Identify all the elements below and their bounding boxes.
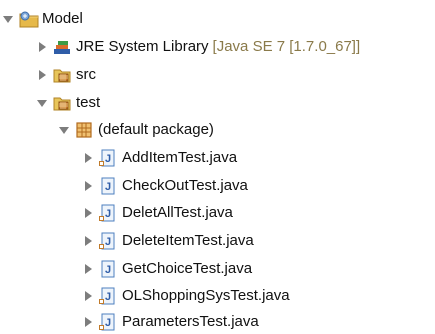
java-file-icon: J xyxy=(98,148,118,168)
tree-item-project-model[interactable]: Model xyxy=(2,7,83,31)
chevron-right-icon[interactable] xyxy=(82,180,94,192)
java-file-icon: J xyxy=(98,312,118,332)
package-label: (default package) xyxy=(98,121,214,138)
svg-text:J: J xyxy=(105,317,111,329)
svg-text:J: J xyxy=(105,264,111,276)
java-file-icon: J xyxy=(98,286,118,306)
svg-text:J: J xyxy=(105,236,111,248)
chevron-down-icon[interactable] xyxy=(36,97,48,109)
chevron-right-icon[interactable] xyxy=(82,290,94,302)
file-label: AddItemTest.java xyxy=(122,149,238,166)
tree-item-file[interactable]: J ParametersTest.java xyxy=(82,310,259,334)
file-label: DeleteItemTest.java xyxy=(122,232,254,249)
package-icon xyxy=(74,120,94,140)
java-file-icon: J xyxy=(98,203,118,223)
file-label: DeletAllTest.java xyxy=(122,204,233,221)
file-label: ParametersTest.java xyxy=(122,313,259,330)
tree-item-test[interactable]: test xyxy=(36,91,100,115)
tree-item-file[interactable]: J CheckOutTest.java xyxy=(82,174,248,198)
chevron-right-icon[interactable] xyxy=(82,316,94,328)
library-icon xyxy=(52,37,72,57)
svg-text:J: J xyxy=(105,291,111,303)
jre-version-decoration: [Java SE 7 [1.7.0_67]] xyxy=(212,38,361,55)
java-project-icon xyxy=(18,9,39,29)
chevron-right-icon[interactable] xyxy=(36,69,48,81)
svg-text:J: J xyxy=(105,208,111,220)
tree-item-file[interactable]: J DeletAllTest.java xyxy=(82,201,233,225)
tree-item-src[interactable]: src xyxy=(36,63,96,87)
tree-item-file[interactable]: J OLShoppingSysTest.java xyxy=(82,284,290,308)
svg-text:J: J xyxy=(105,153,111,165)
chevron-right-icon[interactable] xyxy=(82,263,94,275)
java-file-icon: J xyxy=(98,231,118,251)
tree-item-file[interactable]: J DeleteItemTest.java xyxy=(82,229,254,253)
file-label: OLShoppingSysTest.java xyxy=(122,287,290,304)
project-label: Model xyxy=(42,10,83,27)
test-label: test xyxy=(76,94,101,111)
tree-item-default-package[interactable]: (default package) xyxy=(58,118,214,142)
tree-item-file[interactable]: J GetChoiceTest.java xyxy=(82,257,252,281)
chevron-down-icon[interactable] xyxy=(58,124,70,136)
file-label: GetChoiceTest.java xyxy=(122,260,253,277)
chevron-right-icon[interactable] xyxy=(36,41,48,53)
package-explorer-tree: Model JRE System Library [Java SE 7 [1.7… xyxy=(0,0,435,334)
source-folder-icon xyxy=(52,65,72,85)
chevron-right-icon[interactable] xyxy=(82,235,94,247)
java-file-icon: J xyxy=(98,176,118,196)
src-label: src xyxy=(76,66,96,83)
file-label: CheckOutTest.java xyxy=(122,177,248,194)
java-file-icon: J xyxy=(98,259,118,279)
svg-text:J: J xyxy=(105,181,111,193)
chevron-right-icon[interactable] xyxy=(82,152,94,164)
tree-item-file[interactable]: J AddItemTest.java xyxy=(82,146,237,170)
source-folder-icon xyxy=(52,93,72,113)
jre-label: JRE System Library xyxy=(76,38,209,55)
chevron-down-icon[interactable] xyxy=(2,13,14,25)
chevron-right-icon[interactable] xyxy=(82,207,94,219)
tree-item-jre-system-library[interactable]: JRE System Library [Java SE 7 [1.7.0_67]… xyxy=(36,35,360,59)
